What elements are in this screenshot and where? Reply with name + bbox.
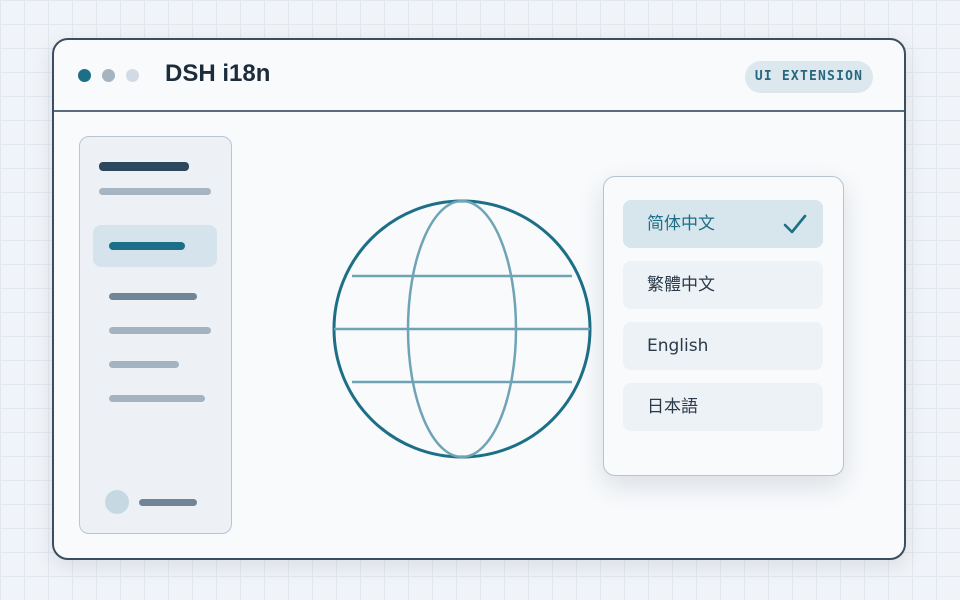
language-option-label: 简体中文	[647, 214, 715, 234]
language-option-label: 繁體中文	[647, 275, 715, 295]
language-option-label: English	[647, 336, 709, 356]
app-window: DSH i18n UI EXTENSION 简体中文 繁體中文 English …	[52, 38, 906, 560]
avatar[interactable]	[105, 490, 129, 514]
title-bar: DSH i18n UI EXTENSION	[54, 40, 904, 112]
checkmark-icon	[783, 214, 807, 234]
window-dot-primary-icon[interactable]	[78, 69, 91, 82]
language-option-simplified-chinese[interactable]: 简体中文	[623, 200, 823, 248]
sidebar-item-placeholder[interactable]	[109, 293, 197, 300]
window-dot-secondary-icon[interactable]	[102, 69, 115, 82]
sidebar-item-placeholder[interactable]	[109, 361, 179, 368]
language-dropdown: 简体中文 繁體中文 English 日本語	[603, 176, 844, 476]
window-dot-tertiary-icon[interactable]	[126, 69, 139, 82]
sidebar-subheader-placeholder	[99, 188, 211, 195]
language-option-english[interactable]: English	[623, 322, 823, 370]
sidebar	[79, 136, 232, 534]
language-option-label: 日本語	[647, 397, 698, 417]
app-title: DSH i18n	[165, 60, 271, 87]
sidebar-item-placeholder[interactable]	[109, 327, 211, 334]
sidebar-item-placeholder[interactable]	[109, 395, 205, 402]
user-name-placeholder	[139, 499, 197, 506]
sidebar-header-placeholder	[99, 162, 189, 171]
language-option-traditional-chinese[interactable]: 繁體中文	[623, 261, 823, 309]
sidebar-item-active[interactable]	[93, 225, 217, 267]
sidebar-item-active-placeholder	[109, 242, 185, 250]
ui-extension-badge: UI EXTENSION	[745, 61, 873, 93]
language-option-japanese[interactable]: 日本語	[623, 383, 823, 431]
globe-icon	[332, 199, 592, 459]
